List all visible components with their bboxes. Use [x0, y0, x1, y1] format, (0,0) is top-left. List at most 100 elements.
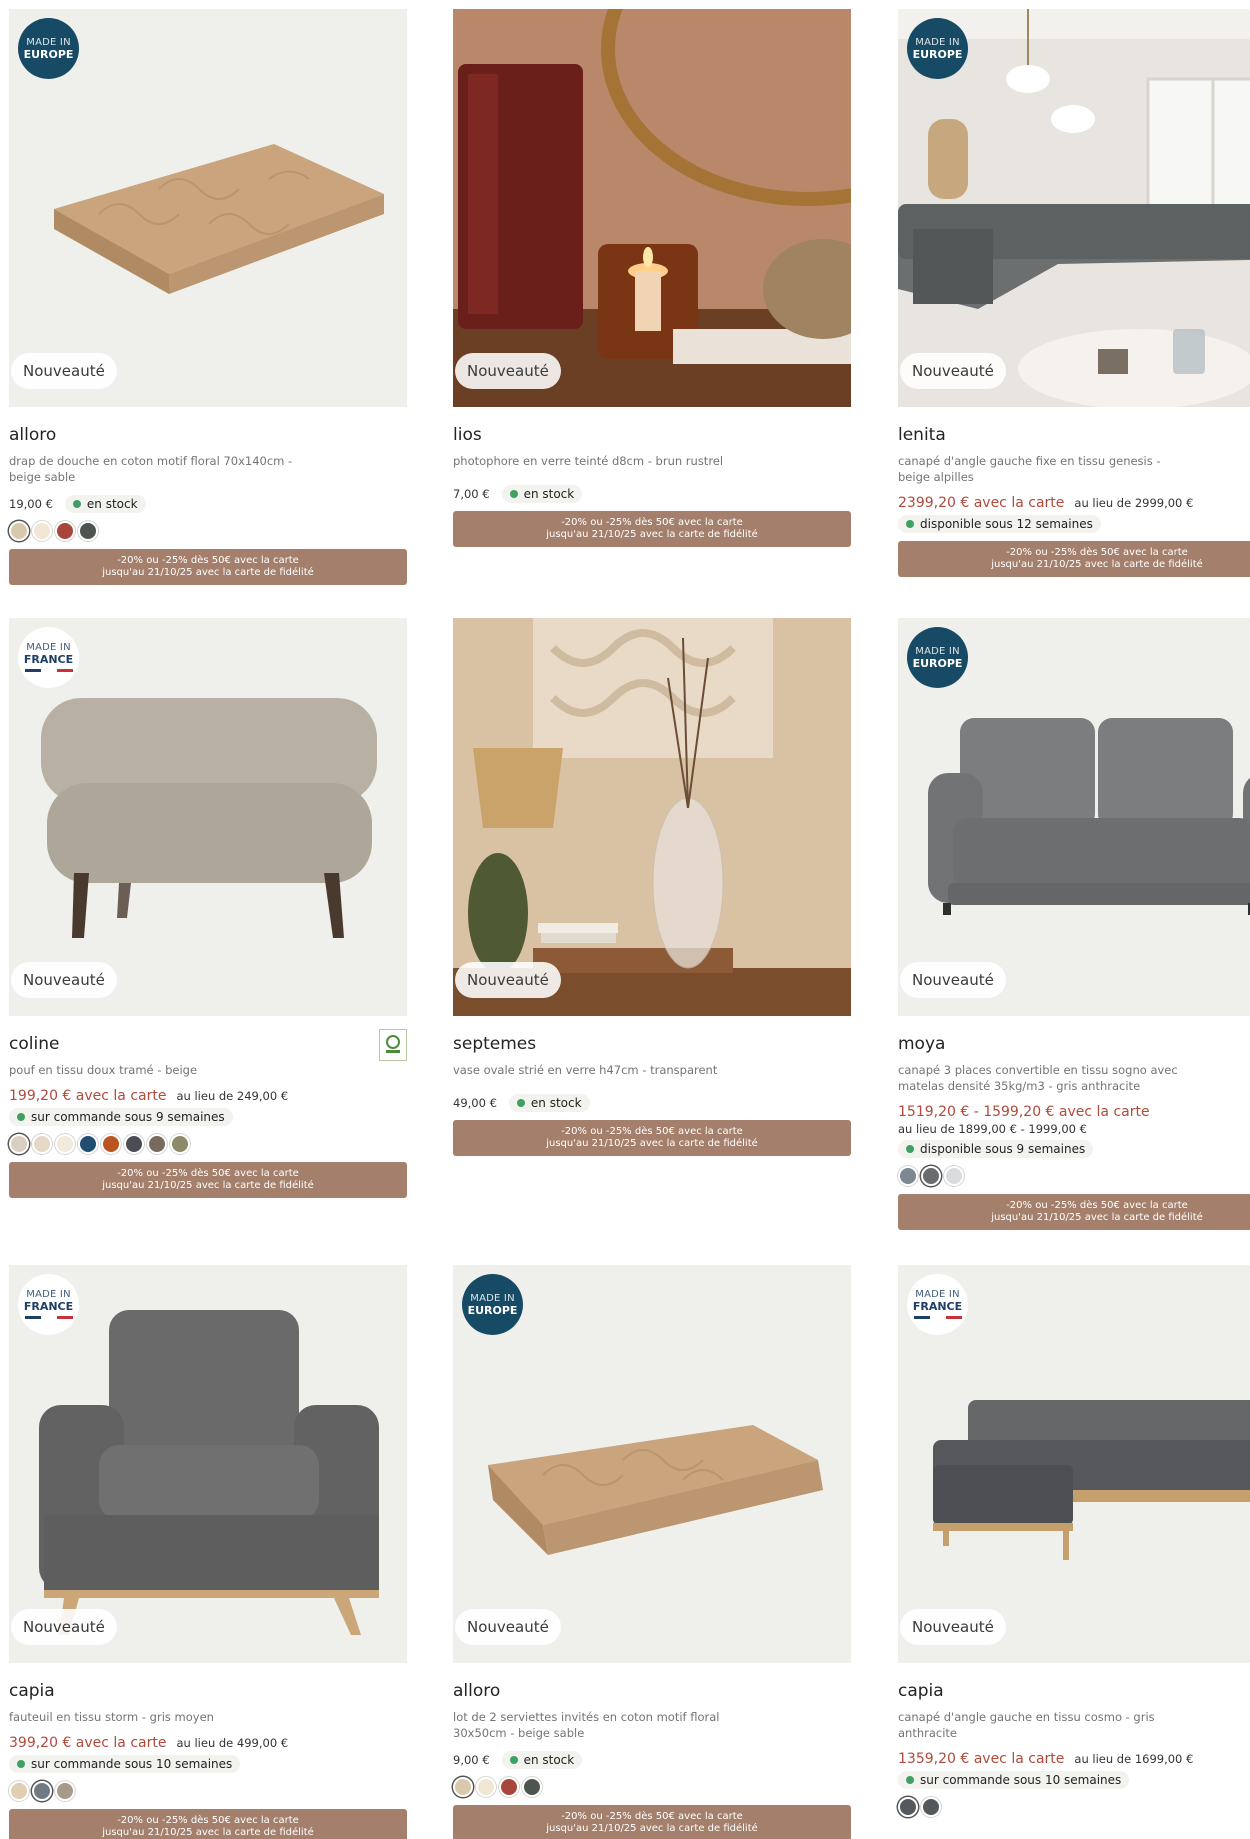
color-swatches — [9, 1781, 407, 1801]
made-in-europe-badge: MADE IN EUROPE — [18, 18, 79, 79]
product-name[interactable]: capia — [9, 1681, 407, 1703]
made-in-europe-badge: MADE IN EUROPE — [462, 1274, 523, 1335]
product-card[interactable]: Nouveauté lios photophore en verre teint… — [453, 9, 851, 547]
promo-banner: -20% ou -25% dès 50€ avec la carte jusqu'… — [9, 1809, 407, 1839]
stock-status: en stock — [501, 1751, 583, 1769]
new-badge: Nouveauté — [455, 962, 561, 998]
swatch-cream[interactable] — [32, 521, 52, 541]
swatch-red[interactable] — [55, 521, 75, 541]
price: 49,00 € — [453, 1096, 497, 1110]
product-image[interactable]: MADE IN EUROPE Nouveauté — [9, 9, 407, 407]
stock-status: sur commande sous 10 semaines — [898, 1771, 1130, 1789]
swatch-blue[interactable] — [78, 1134, 98, 1154]
product-name[interactable]: alloro — [453, 1681, 851, 1703]
status-dot — [17, 1760, 25, 1768]
product-image[interactable]: MADE IN FRANCE Nouveauté — [9, 618, 407, 1016]
product-card[interactable]: MADE IN FRANCE Nouveauté coline pouf en t… — [9, 618, 407, 1198]
product-name[interactable]: coline — [9, 1034, 407, 1056]
swatch-grey[interactable] — [124, 1134, 144, 1154]
new-badge: Nouveauté — [11, 1609, 117, 1645]
swatch-red[interactable] — [499, 1777, 519, 1797]
swatch-dark-grey[interactable] — [921, 1797, 941, 1817]
swatch-beige[interactable] — [9, 521, 29, 541]
status-dot — [906, 1145, 914, 1153]
swatch-sand[interactable] — [32, 1134, 52, 1154]
status-dot — [72, 500, 81, 508]
product-image[interactable]: Nouveauté — [453, 618, 851, 1016]
vase-photo — [453, 618, 851, 1016]
product-description: vase ovale strié en verre h47cm - transp… — [453, 1063, 718, 1077]
swatch-taupe[interactable] — [147, 1134, 167, 1154]
swatch-khaki[interactable] — [170, 1134, 190, 1154]
new-badge: Nouveauté — [455, 353, 561, 389]
color-swatches — [898, 1797, 1250, 1817]
swatch-grey[interactable] — [32, 1781, 52, 1801]
product-name[interactable]: capia — [898, 1681, 1250, 1703]
made-in-europe-badge: MADE IN EUROPE — [907, 18, 968, 79]
candle-photo — [453, 9, 851, 407]
made-in-france-badge: MADE IN FRANCE — [18, 1274, 79, 1335]
product-card[interactable]: MADE IN EUROPE Nouveauté moya canapé 3 pl… — [898, 618, 1250, 1230]
status-dot — [509, 490, 518, 498]
color-swatches — [9, 521, 407, 541]
swatch-anthracite[interactable] — [921, 1166, 941, 1186]
product-description: photophore en verre teinté d8cm - brun r… — [453, 454, 724, 468]
product-image[interactable]: MADE IN EUROPE Nouveauté — [898, 9, 1250, 407]
color-swatches — [453, 1777, 851, 1797]
product-name[interactable]: lios — [453, 425, 851, 447]
original-price: au lieu de 499,00 € — [176, 1736, 289, 1750]
swatch-beige[interactable] — [9, 1781, 29, 1801]
stock-status: en stock — [501, 485, 583, 503]
made-in-europe-badge: MADE IN EUROPE — [907, 627, 968, 688]
original-price: au lieu de 2999,00 € — [1074, 496, 1194, 510]
stock-status: en stock — [64, 495, 146, 513]
swatch-beige[interactable] — [453, 1777, 473, 1797]
original-price: au lieu de 1699,00 € — [1074, 1752, 1194, 1766]
swatch-taupe[interactable] — [55, 1781, 75, 1801]
product-description: pouf en tissu doux tramé - beige — [9, 1063, 198, 1077]
promo-banner: -20% ou -25% dès 50€ avec la carte jusqu'… — [9, 1162, 407, 1198]
product-description: lot de 2 serviettes invités en coton mot… — [453, 1710, 720, 1740]
status-dot — [516, 1099, 525, 1107]
new-badge: Nouveauté — [11, 353, 117, 389]
product-card[interactable]: MADE IN EUROPE Nouveauté alloro lot de 2 … — [453, 1265, 851, 1839]
stock-status: en stock — [508, 1094, 590, 1112]
price: 9,00 € — [453, 1753, 490, 1767]
stock-status: sur commande sous 10 semaines — [9, 1755, 241, 1773]
swatch-blue-grey[interactable] — [898, 1166, 918, 1186]
new-badge: Nouveauté — [900, 353, 1006, 389]
product-card[interactable]: MADE IN EUROPE Nouveauté alloro drap de d… — [9, 9, 407, 585]
swatch-cream[interactable] — [55, 1134, 75, 1154]
product-image[interactable]: MADE IN FRANCE Nouveauté — [898, 1265, 1250, 1663]
product-image[interactable]: MADE IN EUROPE Nouveauté — [898, 618, 1250, 1016]
swatch-beige[interactable] — [9, 1134, 29, 1154]
new-badge: Nouveauté — [455, 1609, 561, 1645]
swatch-cream[interactable] — [476, 1777, 496, 1797]
promo-banner: -20% ou -25% dès 50€ avec la carte jusqu'… — [453, 1120, 851, 1156]
product-card[interactable]: MADE IN FRANCE Nouveauté capia fauteuil e… — [9, 1265, 407, 1839]
new-badge: Nouveauté — [11, 962, 117, 998]
swatch-rust[interactable] — [101, 1134, 121, 1154]
promo-banner: -20% ou -25% dès 50€ avec la carte jusqu'… — [9, 549, 407, 585]
card-price: 1359,20 € avec la carte — [898, 1751, 1065, 1767]
stock-status: disponible sous 12 semaines — [898, 515, 1101, 533]
stock-status: disponible sous 9 semaines — [898, 1140, 1094, 1158]
color-swatches — [9, 1134, 407, 1154]
status-dot — [906, 520, 914, 528]
product-image[interactable]: MADE IN EUROPE Nouveauté — [453, 1265, 851, 1663]
swatch-anthracite[interactable] — [898, 1797, 918, 1817]
card-price: 199,20 € avec la carte — [9, 1088, 167, 1104]
product-name[interactable]: lenita — [898, 425, 1250, 447]
product-card[interactable]: MADE IN EUROPE Nouveauté lenita canapé d'… — [898, 9, 1250, 577]
promo-banner: -20% ou -25% dès 50€ avec la carte jusqu'… — [898, 541, 1250, 577]
product-image[interactable]: MADE IN FRANCE Nouveauté — [9, 1265, 407, 1663]
product-name[interactable]: septemes — [453, 1034, 851, 1056]
product-card[interactable]: Nouveauté septemes vase ovale strié en v… — [453, 618, 851, 1156]
swatch-dark-green[interactable] — [78, 521, 98, 541]
product-name[interactable]: moya — [898, 1034, 1250, 1056]
product-name[interactable]: alloro — [9, 425, 407, 447]
swatch-light-grey[interactable] — [944, 1166, 964, 1186]
product-image[interactable]: Nouveauté — [453, 9, 851, 407]
product-card[interactable]: MADE IN FRANCE Nouveauté capia canapé d'a… — [898, 1265, 1250, 1817]
swatch-dark-green[interactable] — [522, 1777, 542, 1797]
